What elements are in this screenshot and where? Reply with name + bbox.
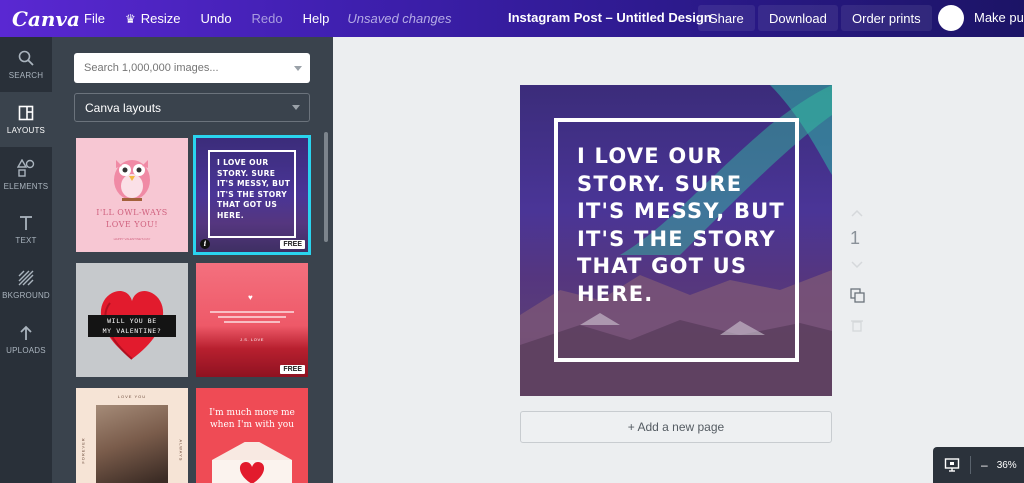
present-icon[interactable]: [944, 457, 960, 473]
info-icon[interactable]: i: [200, 239, 210, 249]
layout-tile-owl[interactable]: I'LL OWL-WAYS LOVE YOU! HAPPY VALENTINE'…: [76, 138, 188, 252]
unsaved-status: Unsaved changes: [347, 11, 452, 26]
file-menu[interactable]: File: [84, 11, 105, 26]
layout-tile-quote-selected[interactable]: I LOVE OUR STORY. SURE IT'S MESSY, BUT I…: [196, 138, 308, 252]
owl-icon: [114, 160, 150, 201]
envelope-icon: [212, 442, 292, 483]
layout-tile-valentine[interactable]: WILL YOU BE MY VALENTINE?: [76, 263, 188, 377]
design-canvas[interactable]: I LOVE OUR STORY. SURE IT'S MESSY, BUT I…: [520, 85, 832, 396]
owl-text-line1: I'LL OWL-WAYS: [96, 208, 168, 217]
chevron-down-icon: [292, 105, 300, 110]
rail-label: ELEMENTS: [3, 181, 49, 191]
order-prints-button[interactable]: Order prints: [841, 5, 932, 31]
layouts-icon: [18, 105, 34, 120]
dropdown-value: Canva layouts: [85, 100, 162, 115]
divider: [970, 456, 971, 474]
undo-button[interactable]: Undo: [200, 11, 231, 26]
uploads-icon: [20, 325, 32, 340]
owl-small-text: HAPPY VALENTINE'S DAY: [113, 237, 151, 241]
always-text: ALWAYS: [178, 439, 184, 462]
layout-tile-pink-landscape[interactable]: ♥ J.S. LOVE FREE: [196, 263, 308, 377]
rail-item-text[interactable]: TEXT: [0, 202, 52, 257]
rail-label: BKGROUND: [2, 290, 50, 300]
delete-page-icon[interactable]: [850, 318, 864, 332]
search-icon: [18, 50, 34, 66]
add-new-page-button[interactable]: + Add a new page: [520, 411, 832, 443]
rail-label: LAYOUTS: [6, 125, 46, 135]
elements-icon: [17, 158, 35, 177]
left-rail: SEARCH LAYOUTS ELEMENTS TEXT BKGROUND UP…: [0, 37, 52, 483]
zoom-controls: – 36%: [933, 447, 1024, 483]
page-number: 1: [850, 228, 861, 248]
canva-logo[interactable]: Canva: [12, 7, 80, 31]
valentine-line1: WILL YOU BE: [107, 317, 157, 325]
pink-tile-author: J.S. LOVE: [239, 337, 265, 342]
free-badge: FREE: [280, 240, 305, 249]
resize-menu[interactable]: ♛ Resize: [125, 11, 181, 26]
layout-tile-couple-photo[interactable]: LOVE YOU FOREVER ALWAYS: [76, 388, 188, 483]
layouts-panel: Canva layouts I'LL OWL-WAYS LOVE YOU! HA…: [52, 37, 333, 483]
valentine-label: WILL YOU BE MY VALENTINE?: [88, 315, 176, 337]
valentine-line2: MY VALENTINE?: [102, 327, 162, 335]
text-icon: [20, 215, 32, 230]
much-more-line1: I'm much more me: [209, 408, 295, 418]
duplicate-page-icon[interactable]: [850, 288, 865, 303]
share-button[interactable]: Share: [698, 5, 755, 31]
rail-item-layouts[interactable]: LAYOUTS: [0, 92, 52, 147]
resize-label: Resize: [140, 11, 181, 26]
much-more-line2: when I'm with you: [209, 420, 295, 430]
chevron-down-icon: [294, 66, 302, 71]
rail-label: UPLOADS: [6, 345, 46, 355]
rail-label: SEARCH: [8, 70, 44, 80]
redo-button[interactable]: Redo: [252, 11, 283, 26]
move-down-icon[interactable]: [850, 257, 864, 271]
rail-item-elements[interactable]: ELEMENTS: [0, 147, 52, 202]
rail-item-uploads[interactable]: UPLOADS: [0, 312, 52, 367]
rail-item-search[interactable]: SEARCH: [0, 37, 52, 92]
make-public-button[interactable]: Make public: [974, 10, 1024, 25]
move-up-icon[interactable]: [850, 207, 864, 221]
rail-label: TEXT: [15, 235, 37, 245]
couple-photo: [96, 405, 168, 483]
layouts-dropdown[interactable]: Canva layouts: [74, 93, 310, 122]
avatar[interactable]: [938, 5, 964, 31]
top-bar: Canva File ♛ Resize Undo Redo Help Unsav…: [0, 0, 1024, 37]
crown-icon: ♛: [124, 11, 136, 26]
download-button[interactable]: Download: [758, 5, 838, 31]
owl-text-line2: LOVE YOU!: [105, 220, 159, 229]
zoom-level[interactable]: 36%: [997, 460, 1017, 471]
help-menu[interactable]: Help: [303, 11, 330, 26]
canvas-quote-text[interactable]: I LOVE OUR STORY. SURE IT'S MESSY, BUT I…: [577, 143, 807, 308]
rail-item-background[interactable]: BKGROUND: [0, 257, 52, 312]
background-icon: [18, 270, 34, 285]
panel-scrollbar[interactable]: [324, 132, 328, 242]
quote-tile-text: I LOVE OUR STORY. SURE IT'S MESSY, BUT I…: [217, 158, 291, 220]
forever-text: FOREVER: [80, 437, 86, 464]
love-you-text: LOVE YOU: [117, 394, 147, 399]
free-badge: FREE: [280, 365, 305, 374]
document-title[interactable]: Instagram Post – Untitled Design: [508, 10, 712, 25]
heart-icon: ♥: [248, 293, 253, 302]
layout-tile-envelope[interactable]: I'm much more me when I'm with you: [196, 388, 308, 483]
zoom-out-button[interactable]: –: [981, 458, 988, 472]
pink-tile-text-lines: [210, 311, 294, 323]
search-input[interactable]: [74, 53, 310, 83]
